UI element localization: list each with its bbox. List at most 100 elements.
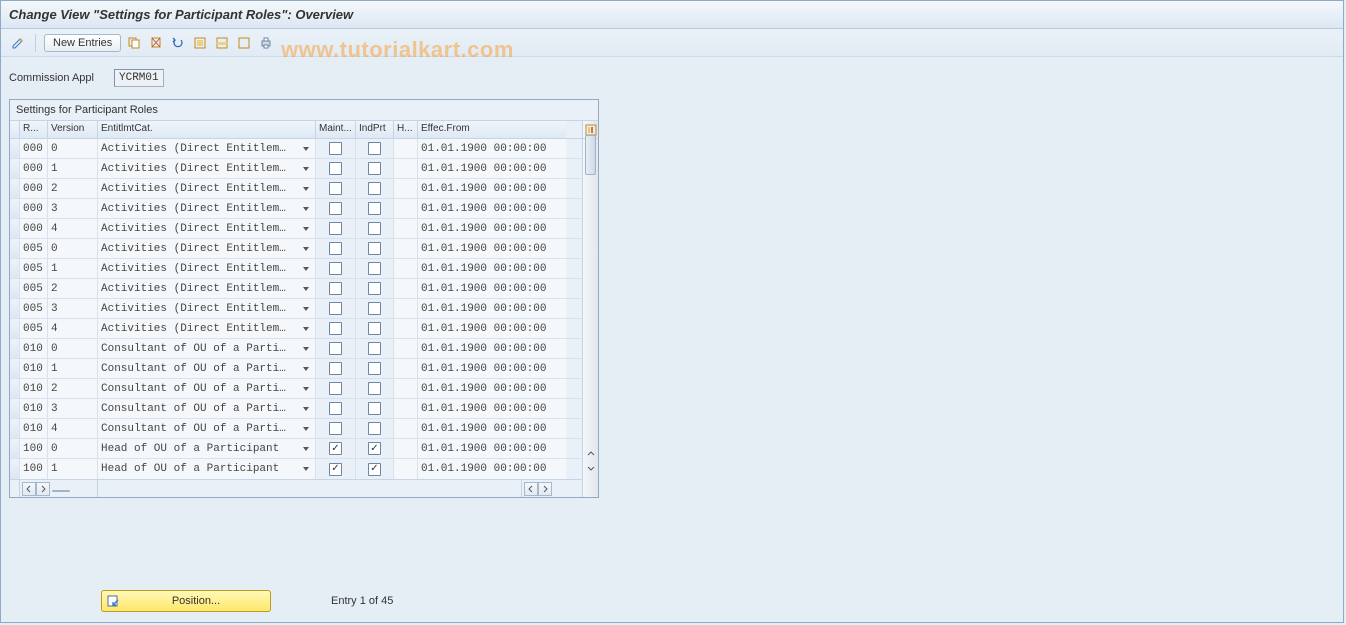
cell-effecfrom[interactable]: 01.01.1900 00:00:00 [418, 379, 566, 398]
checkbox[interactable] [329, 222, 342, 235]
checkbox[interactable] [368, 402, 381, 415]
cell-indprt[interactable] [356, 219, 394, 238]
cell-h[interactable] [394, 379, 418, 398]
hdr-entitlmtcat[interactable]: EntitlmtCat. [98, 121, 316, 138]
checkbox[interactable] [368, 202, 381, 215]
checkbox[interactable] [329, 402, 342, 415]
row-selector[interactable] [10, 139, 20, 158]
cell-r[interactable]: 100 [20, 439, 48, 458]
cell-indprt[interactable] [356, 319, 394, 338]
cell-h[interactable] [394, 299, 418, 318]
dropdown-icon[interactable] [300, 265, 312, 273]
cell-maint[interactable] [316, 139, 356, 158]
row-selector[interactable] [10, 279, 20, 298]
cell-version[interactable]: 0 [48, 339, 98, 358]
cell-r[interactable]: 000 [20, 219, 48, 238]
cell-maint[interactable] [316, 179, 356, 198]
table-row[interactable]: 0003Activities (Direct Entitlem…01.01.19… [10, 199, 582, 219]
checkbox[interactable] [329, 422, 342, 435]
checkbox[interactable] [368, 342, 381, 355]
cell-version[interactable]: 2 [48, 379, 98, 398]
cell-effecfrom[interactable]: 01.01.1900 00:00:00 [418, 199, 566, 218]
checkbox[interactable] [368, 242, 381, 255]
row-selector[interactable] [10, 339, 20, 358]
copy-as-icon[interactable] [125, 34, 143, 52]
cell-effecfrom[interactable]: 01.01.1900 00:00:00 [418, 339, 566, 358]
row-selector[interactable] [10, 299, 20, 318]
cell-entitlmtcat[interactable]: Activities (Direct Entitlem… [98, 239, 316, 258]
cell-r[interactable]: 010 [20, 339, 48, 358]
cell-entitlmtcat[interactable]: Activities (Direct Entitlem… [98, 199, 316, 218]
hdr-effecfrom[interactable]: Effec.From [418, 121, 566, 138]
cell-indprt[interactable] [356, 299, 394, 318]
undo-icon[interactable] [169, 34, 187, 52]
cell-indprt[interactable] [356, 239, 394, 258]
cell-h[interactable] [394, 139, 418, 158]
dropdown-icon[interactable] [300, 225, 312, 233]
cell-entitlmtcat[interactable]: Consultant of OU of a Parti… [98, 379, 316, 398]
delete-icon[interactable] [147, 34, 165, 52]
hdr-r[interactable]: R... [20, 121, 48, 138]
row-selector[interactable] [10, 219, 20, 238]
cell-r[interactable]: 010 [20, 359, 48, 378]
cell-h[interactable] [394, 339, 418, 358]
cell-r[interactable]: 100 [20, 459, 48, 479]
row-selector[interactable] [10, 159, 20, 178]
row-selector[interactable] [10, 319, 20, 338]
cell-entitlmtcat[interactable]: Activities (Direct Entitlem… [98, 299, 316, 318]
cell-maint[interactable] [316, 399, 356, 418]
cell-h[interactable] [394, 279, 418, 298]
cell-r[interactable]: 000 [20, 179, 48, 198]
dropdown-icon[interactable] [300, 305, 312, 313]
hsb-left-button[interactable] [22, 482, 36, 496]
dropdown-icon[interactable] [300, 285, 312, 293]
cell-maint[interactable] [316, 339, 356, 358]
checkbox[interactable] [329, 182, 342, 195]
cell-indprt[interactable] [356, 399, 394, 418]
table-row[interactable]: 0053Activities (Direct Entitlem…01.01.19… [10, 299, 582, 319]
cell-h[interactable] [394, 199, 418, 218]
row-selector[interactable] [10, 419, 20, 438]
vsb-thumb[interactable] [585, 135, 596, 175]
cell-indprt[interactable] [356, 259, 394, 278]
cell-maint[interactable] [316, 359, 356, 378]
cell-indprt[interactable] [356, 419, 394, 438]
checkbox[interactable] [368, 422, 381, 435]
checkbox[interactable] [329, 142, 342, 155]
dropdown-icon[interactable] [300, 165, 312, 173]
table-row[interactable]: 0100Consultant of OU of a Parti…01.01.19… [10, 339, 582, 359]
cell-version[interactable]: 0 [48, 139, 98, 158]
table-row[interactable]: 1000Head of OU of a Participant01.01.190… [10, 439, 582, 459]
hdr-maint[interactable]: Maint... [316, 121, 356, 138]
cell-h[interactable] [394, 399, 418, 418]
cell-r[interactable]: 010 [20, 419, 48, 438]
cell-r[interactable]: 010 [20, 399, 48, 418]
table-row[interactable]: 0103Consultant of OU of a Parti…01.01.19… [10, 399, 582, 419]
dropdown-icon[interactable] [300, 205, 312, 213]
cell-entitlmtcat[interactable]: Head of OU of a Participant [98, 459, 316, 479]
checkbox[interactable] [368, 362, 381, 375]
dropdown-icon[interactable] [300, 385, 312, 393]
cell-effecfrom[interactable]: 01.01.1900 00:00:00 [418, 219, 566, 238]
row-selector[interactable] [10, 459, 20, 479]
cell-effecfrom[interactable]: 01.01.1900 00:00:00 [418, 359, 566, 378]
cell-maint[interactable] [316, 299, 356, 318]
cell-indprt[interactable] [356, 379, 394, 398]
table-row[interactable]: 0001Activities (Direct Entitlem…01.01.19… [10, 159, 582, 179]
cell-indprt[interactable] [356, 339, 394, 358]
vsb-up-button-2[interactable] [583, 447, 598, 461]
checkbox[interactable] [368, 182, 381, 195]
cell-r[interactable]: 005 [20, 299, 48, 318]
checkbox[interactable] [329, 162, 342, 175]
cell-maint[interactable] [316, 199, 356, 218]
cell-effecfrom[interactable]: 01.01.1900 00:00:00 [418, 239, 566, 258]
cell-h[interactable] [394, 259, 418, 278]
hdr-select[interactable] [10, 121, 20, 138]
cell-h[interactable] [394, 219, 418, 238]
cell-indprt[interactable] [356, 159, 394, 178]
row-selector[interactable] [10, 379, 20, 398]
cell-version[interactable]: 2 [48, 179, 98, 198]
cell-r[interactable]: 005 [20, 279, 48, 298]
cell-indprt[interactable] [356, 279, 394, 298]
checkbox[interactable] [329, 463, 342, 476]
